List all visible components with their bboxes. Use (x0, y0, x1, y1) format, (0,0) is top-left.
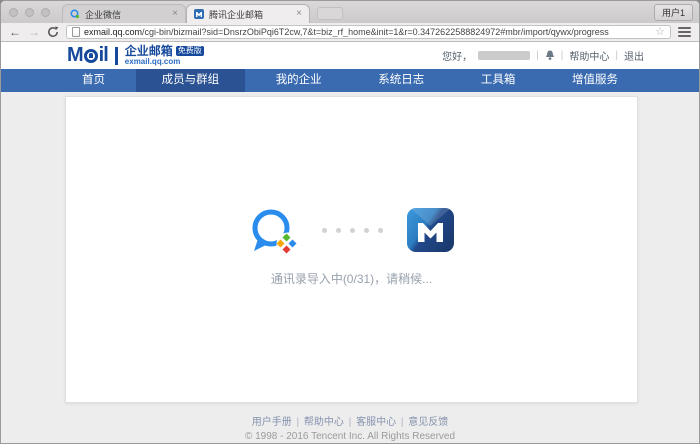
tab-close-icon[interactable]: × (172, 9, 178, 19)
exmail-logo[interactable]: M il 企业邮箱 免费版 exmail.qq.com (67, 44, 204, 67)
footer-link-help-center[interactable]: 帮助中心 (304, 417, 344, 428)
dot (322, 228, 327, 233)
wechat-work-favicon (70, 9, 80, 19)
progress-dots (322, 228, 383, 233)
tab-close-icon[interactable]: × (296, 9, 302, 19)
zoom-window-button[interactable] (41, 8, 50, 17)
logo-bell-icon (84, 49, 98, 63)
nav-item-toolbox[interactable]: 工具箱 (455, 69, 542, 92)
forward-icon[interactable]: → (28, 26, 40, 38)
product-name: 企业邮箱 (125, 45, 173, 57)
separator: | (561, 50, 564, 61)
browser-window: 企业微信 × 腾讯企业邮箱 × 用户1 ← → exmail.qq.com/cg… (0, 0, 700, 444)
url-path: /cgi-bin/bizmail?sid=DnsrzObiPqi6T2cw,7&… (142, 27, 609, 37)
logo-wordmark: M il (67, 44, 108, 67)
dot (364, 228, 369, 233)
import-visual (66, 206, 637, 254)
exmail-favicon (194, 9, 204, 19)
dot (350, 228, 355, 233)
edition-badge: 免费版 (176, 46, 204, 56)
logo-divider (115, 47, 118, 65)
address-bar[interactable]: exmail.qq.com/cgi-bin/bizmail?sid=DnsrzO… (66, 25, 671, 39)
page-footer: 用户手册 | 帮助中心 | 客服中心 | 意见反馈 © 1998 - 2016 … (1, 413, 699, 442)
separator: | (615, 50, 618, 61)
exmail-header: M il 企业邮箱 免费版 exmail.qq.com 您好， | (1, 42, 699, 69)
product-domain: exmail.qq.com (125, 58, 204, 66)
header-user-area: 您好， | | 帮助中心 | 退出 (442, 48, 644, 63)
url-domain: exmail.qq.com (84, 27, 142, 37)
help-center-link[interactable]: 帮助中心 (569, 48, 609, 63)
logout-link[interactable]: 退出 (624, 48, 644, 63)
footer-link-feedback[interactable]: 意见反馈 (408, 417, 448, 428)
browser-profile-button[interactable]: 用户1 (654, 4, 693, 21)
import-status-text: 通讯录导入中(0/31)，请稍候... (66, 270, 637, 287)
tab-exmail[interactable]: 腾讯企业邮箱 × (186, 4, 310, 23)
footer-link-service-center[interactable]: 客服中心 (356, 417, 396, 428)
separator: | (536, 50, 539, 61)
page-content: 通讯录导入中(0/31)，请稍候... 用户手册 | 帮助中心 | 客服中心 |… (1, 92, 699, 444)
separator: | (297, 417, 300, 428)
browser-toolbar: ← → exmail.qq.com/cgi-bin/bizmail?sid=Dn… (1, 23, 699, 42)
import-progress-card: 通讯录导入中(0/31)，请稍候... (65, 96, 638, 403)
bookmark-star-icon[interactable]: ☆ (655, 27, 665, 38)
separator: | (349, 417, 352, 428)
exmail-logo-icon (407, 208, 454, 252)
nav-item-members-groups[interactable]: 成员与群组 (136, 69, 246, 92)
nav-item-my-company[interactable]: 我的企业 (250, 69, 348, 92)
copyright-text: © 1998 - 2016 Tencent Inc. All Rights Re… (1, 431, 699, 442)
reload-icon[interactable] (47, 26, 59, 38)
nav-item-value-added[interactable]: 增值服务 (546, 69, 644, 92)
user-name-redacted (478, 51, 530, 60)
greeting-text: 您好， (442, 48, 472, 63)
logo-text-m: M (67, 44, 83, 67)
logo-text-il: il (99, 44, 108, 67)
product-block: 企业邮箱 免费版 exmail.qq.com (125, 45, 204, 66)
footer-links: 用户手册 | 帮助中心 | 客服中心 | 意见反馈 (1, 413, 699, 428)
browser-menu-icon[interactable] (678, 27, 691, 37)
nav-item-home[interactable]: 首页 (56, 69, 131, 92)
url-text: exmail.qq.com/cgi-bin/bizmail?sid=DnsrzO… (84, 27, 651, 37)
nav-item-system-log[interactable]: 系统日志 (352, 69, 450, 92)
tab-label: 腾讯企业邮箱 (209, 8, 291, 21)
minimize-window-button[interactable] (25, 8, 34, 17)
window-controls (9, 1, 50, 23)
notification-bell-icon[interactable] (545, 50, 555, 61)
tab-strip: 企业微信 × 腾讯企业邮箱 × 用户1 (1, 1, 699, 23)
footer-link-user-manual[interactable]: 用户手册 (252, 417, 292, 428)
main-nav: 首页 成员与群组 我的企业 系统日志 工具箱 增值服务 (1, 69, 699, 92)
tab-label: 企业微信 (85, 8, 167, 21)
tab-wechat-work[interactable]: 企业微信 × (62, 4, 186, 23)
separator: | (401, 417, 404, 428)
wechat-work-logo (250, 206, 298, 254)
page-icon (72, 27, 80, 37)
back-icon[interactable]: ← (9, 26, 21, 38)
close-window-button[interactable] (9, 8, 18, 17)
dot (336, 228, 341, 233)
new-tab-button[interactable] (317, 7, 343, 20)
dot (378, 228, 383, 233)
